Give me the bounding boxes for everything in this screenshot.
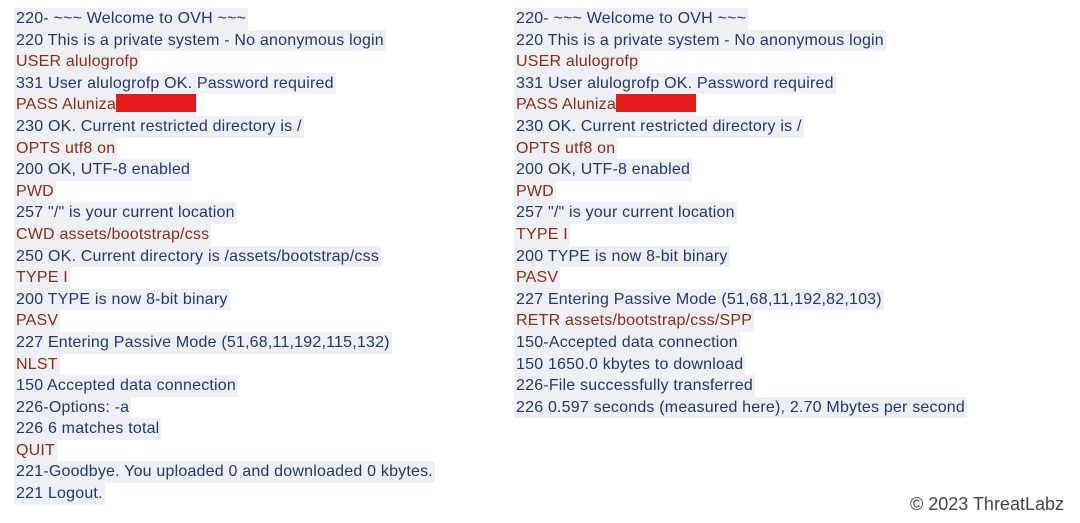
ftp-line: 227 Entering Passive Mode (51,68,11,192,… bbox=[14, 332, 392, 354]
ftp-line: PWD bbox=[14, 181, 56, 203]
ftp-line: USER alulogrofp bbox=[14, 51, 140, 73]
ftp-line: TYPE I bbox=[514, 224, 570, 246]
copyright-label: © 2023 ThreatLabz bbox=[910, 494, 1064, 515]
ftp-line: 150 1650.0 kbytes to download bbox=[514, 354, 745, 376]
ftp-line: 150-Accepted data connection bbox=[514, 332, 740, 354]
ftp-line: 331 User alulogrofp OK. Password require… bbox=[514, 73, 836, 95]
ftp-line: 226-Options: -a bbox=[14, 397, 131, 419]
ftp-line: 226-File successfully transferred bbox=[514, 375, 755, 397]
ftp-line: PASV bbox=[514, 267, 560, 289]
ftp-line: 221 Logout. bbox=[14, 483, 105, 505]
ftp-line: NLST bbox=[14, 354, 60, 376]
ftp-line: OPTS utf8 on bbox=[14, 138, 117, 160]
ftp-line: OPTS utf8 on bbox=[514, 138, 617, 160]
ftp-line: 250 OK. Current directory is /assets/boo… bbox=[14, 246, 381, 268]
ftp-pass-line: PASS Aluniza bbox=[514, 94, 696, 116]
ftp-line: 331 User alulogrofp OK. Password require… bbox=[14, 73, 336, 95]
ftp-line: 230 OK. Current restricted directory is … bbox=[514, 116, 804, 138]
ftp-line: 220- ~~~ Welcome to OVH ~~~ bbox=[514, 8, 748, 30]
ftp-line: 220- ~~~ Welcome to OVH ~~~ bbox=[14, 8, 248, 30]
ftp-pass-prefix: PASS Aluniza bbox=[516, 96, 616, 113]
ftp-session-left: 220- ~~~ Welcome to OVH ~~~ 220 This is … bbox=[14, 8, 484, 505]
ftp-sessions: 220- ~~~ Welcome to OVH ~~~ 220 This is … bbox=[0, 0, 1080, 505]
ftp-line: 200 OK, UTF-8 enabled bbox=[514, 159, 692, 181]
ftp-line: 220 This is a private system - No anonym… bbox=[514, 30, 886, 52]
ftp-line: PASV bbox=[14, 310, 60, 332]
ftp-line: 257 "/" is your current location bbox=[14, 202, 237, 224]
ftp-line: 220 This is a private system - No anonym… bbox=[14, 30, 386, 52]
ftp-line: 200 OK, UTF-8 enabled bbox=[14, 159, 192, 181]
ftp-line: RETR assets/bootstrap/css/SPP bbox=[514, 310, 754, 332]
redaction-block bbox=[616, 94, 696, 112]
ftp-line: 226 0.597 seconds (measured here), 2.70 … bbox=[514, 397, 967, 419]
ftp-line: TYPE I bbox=[14, 267, 70, 289]
ftp-pass-line: PASS Aluniza bbox=[14, 94, 196, 116]
ftp-line: 257 "/" is your current location bbox=[514, 202, 737, 224]
ftp-line: 200 TYPE is now 8-bit binary bbox=[14, 289, 230, 311]
ftp-line: 200 TYPE is now 8-bit binary bbox=[514, 246, 730, 268]
ftp-line: PWD bbox=[514, 181, 556, 203]
ftp-line: 226 6 matches total bbox=[14, 418, 161, 440]
redaction-block bbox=[116, 94, 196, 112]
ftp-line: 221-Goodbye. You uploaded 0 and download… bbox=[14, 461, 435, 483]
ftp-line: USER alulogrofp bbox=[514, 51, 640, 73]
ftp-line: 230 OK. Current restricted directory is … bbox=[14, 116, 304, 138]
ftp-pass-prefix: PASS Aluniza bbox=[16, 96, 116, 113]
ftp-session-right: 220- ~~~ Welcome to OVH ~~~ 220 This is … bbox=[514, 8, 1074, 505]
ftp-line: QUIT bbox=[14, 440, 57, 462]
ftp-line: CWD assets/bootstrap/css bbox=[14, 224, 211, 246]
ftp-line: 150 Accepted data connection bbox=[14, 375, 238, 397]
ftp-line: 227 Entering Passive Mode (51,68,11,192,… bbox=[514, 289, 884, 311]
